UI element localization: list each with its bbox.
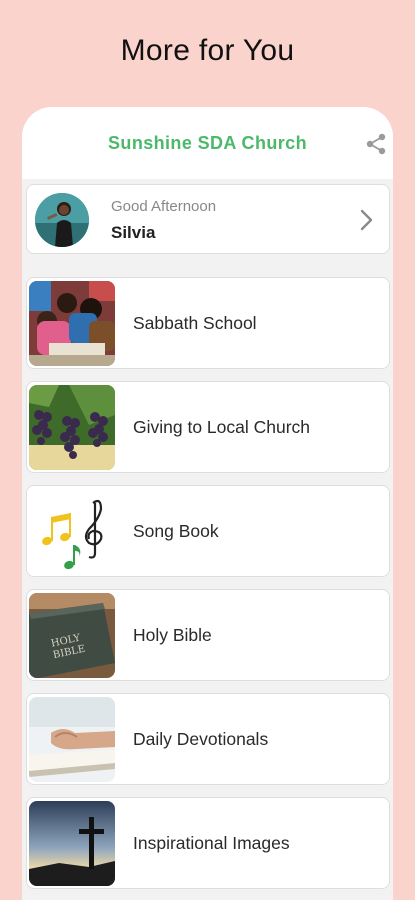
share-icon[interactable] bbox=[363, 131, 389, 157]
cross-sunset-photo bbox=[29, 801, 115, 886]
menu-item-giving[interactable]: Giving to Local Church bbox=[26, 381, 390, 473]
promo-title: More for You bbox=[120, 34, 295, 67]
avatar bbox=[35, 193, 89, 247]
user-name: Silvia bbox=[111, 223, 156, 242]
menu-item-label: Sabbath School bbox=[133, 313, 257, 333]
menu-item-sabbath-school[interactable]: Sabbath School bbox=[26, 277, 390, 369]
menu-item-label: Holy Bible bbox=[133, 625, 212, 645]
menu-item-label: Song Book bbox=[133, 521, 219, 541]
menu-item-label: Inspirational Images bbox=[133, 833, 290, 853]
menu-item-label: Giving to Local Church bbox=[133, 417, 311, 437]
grapes-vine-photo bbox=[29, 385, 115, 470]
menu-item-holy-bible[interactable]: HOLY BIBLE Holy Bible bbox=[26, 589, 390, 681]
profile-card[interactable]: Good Afternoon Silvia bbox=[26, 184, 390, 254]
praying-hands-photo bbox=[29, 697, 115, 782]
bible-photo: HOLY BIBLE bbox=[29, 593, 115, 678]
app-header: Sunshine SDA Church bbox=[22, 107, 393, 179]
menu-item-song-book[interactable]: Song Book bbox=[26, 485, 390, 577]
children-reading-photo bbox=[29, 281, 115, 366]
menu-item-daily-devotionals[interactable]: Daily Devotionals bbox=[26, 693, 390, 785]
chevron-right-icon bbox=[360, 209, 373, 231]
menu-item-inspirational-images[interactable]: Inspirational Images bbox=[26, 797, 390, 889]
music-notes-icon bbox=[29, 489, 115, 574]
menu-item-label: Daily Devotionals bbox=[133, 729, 269, 749]
app-screen: Sunshine SDA Church Good Afternoon Silvi… bbox=[22, 107, 393, 900]
greeting-text: Good Afternoon bbox=[111, 198, 217, 215]
app-title: Sunshine SDA Church bbox=[108, 133, 307, 153]
